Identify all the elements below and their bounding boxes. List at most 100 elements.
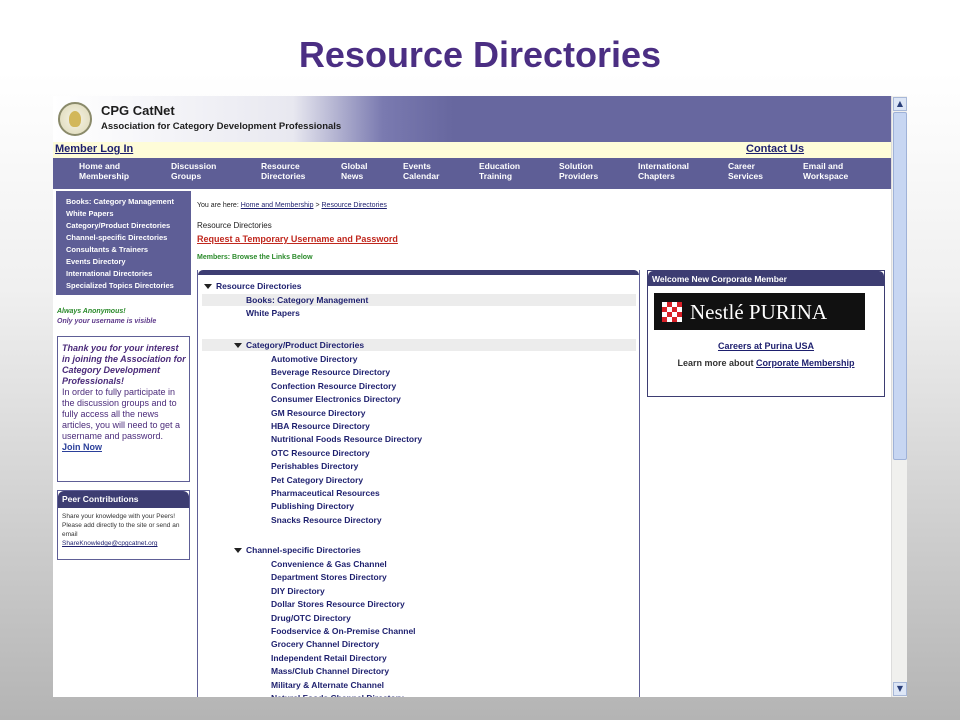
sidebar-item-channel-specific[interactable]: Channel-specific Directories <box>66 233 167 242</box>
page-title: Resource Directories <box>197 221 272 230</box>
nav-education-training[interactable]: Education Training <box>479 161 520 181</box>
breadcrumb-home-link[interactable]: Home and Membership <box>241 202 314 209</box>
tree-item-category[interactable]: Nutritional Foods Resource Directory <box>271 433 422 445</box>
tree-header-category-product-row[interactable]: Category/Product Directories <box>202 339 636 351</box>
tree-item-category-row[interactable]: Publishing Directory <box>202 500 636 512</box>
tree-item-white-papers[interactable]: White Papers <box>246 307 300 319</box>
tree-item-category[interactable]: HBA Resource Directory <box>271 420 370 432</box>
request-temp-password-link[interactable]: Request a Temporary Username and Passwor… <box>197 234 398 244</box>
corporate-member-title: Welcome New Corporate Member <box>652 274 787 284</box>
tree-item-category-row[interactable]: Snacks Resource Directory <box>202 514 636 526</box>
tree-item-channel-row[interactable]: DIY Directory <box>202 585 636 597</box>
learn-more-prefix: Learn more about <box>677 358 754 368</box>
tree-item-category[interactable]: Perishables Directory <box>271 460 358 472</box>
expand-triangle-icon[interactable] <box>234 343 242 348</box>
sidebar-item-events[interactable]: Events Directory <box>66 257 126 266</box>
tree-item-channel[interactable]: Independent Retail Directory <box>271 652 387 664</box>
tree-item-category[interactable]: Beverage Resource Directory <box>271 366 390 378</box>
tree-item-category-row[interactable]: Automotive Directory <box>202 353 636 365</box>
tree-item-channel[interactable]: Foodservice & On-Premise Channel <box>271 625 416 637</box>
sidebar-item-books[interactable]: Books: Category Management <box>66 197 174 206</box>
scroll-down-arrow-icon[interactable]: ▼ <box>893 682 907 696</box>
nav-home-membership[interactable]: Home and Membership <box>79 161 129 181</box>
tree-item-category[interactable]: Publishing Directory <box>271 500 354 512</box>
breadcrumb-separator: > <box>315 202 320 209</box>
login-bar: Member Log In Contact Us <box>53 142 891 159</box>
tree-item-channel-row[interactable]: Mass/Club Channel Directory <box>202 665 636 677</box>
association-logo-icon[interactable] <box>58 102 92 136</box>
tree-root-resource-directories-row[interactable]: Resource Directories <box>202 280 636 292</box>
tree-item-category-row[interactable]: Beverage Resource Directory <box>202 366 636 378</box>
tree-item-channel-row[interactable]: Natural Foods Channel Directory <box>202 692 636 697</box>
tree-item-category[interactable]: GM Resource Directory <box>271 407 365 419</box>
tree-item-category-row[interactable]: HBA Resource Directory <box>202 420 636 432</box>
tree-header-channel-specific[interactable]: Channel-specific Directories <box>246 544 361 556</box>
nestle-purina-logo[interactable]: Nestlé PURINA <box>654 293 865 330</box>
sidebar-item-consultants[interactable]: Consultants & Trainers <box>66 245 148 254</box>
share-knowledge-email-link[interactable]: ShareKnowledge@cpgcatnet.org <box>62 540 158 547</box>
tree-item-category[interactable]: Consumer Electronics Directory <box>271 393 401 405</box>
tree-item-channel-row[interactable]: Independent Retail Directory <box>202 652 636 664</box>
tree-item-channel-row[interactable]: Department Stores Directory <box>202 571 636 583</box>
tree-item-category[interactable]: OTC Resource Directory <box>271 447 370 459</box>
tree-item-channel[interactable]: DIY Directory <box>271 585 325 597</box>
nav-email-workspace[interactable]: Email and Workspace <box>803 161 848 181</box>
expand-triangle-icon[interactable] <box>234 548 242 553</box>
corporate-member-header: Welcome New Corporate Member <box>648 271 884 286</box>
tree-item-books[interactable]: Books: Category Management <box>246 294 368 306</box>
nav-international-chapters[interactable]: International Chapters <box>638 161 689 181</box>
tree-item-category-row[interactable]: Perishables Directory <box>202 460 636 472</box>
tree-item-category-row[interactable]: GM Resource Directory <box>202 407 636 419</box>
tree-item-category[interactable]: Automotive Directory <box>271 353 357 365</box>
tree-item-category-row[interactable]: Confection Resource Directory <box>202 380 636 392</box>
vertical-scrollbar[interactable]: ▲ ▼ <box>891 96 907 697</box>
tree-item-channel-row[interactable]: Foodservice & On-Premise Channel <box>202 625 636 637</box>
tree-item-category-row[interactable]: OTC Resource Directory <box>202 447 636 459</box>
tree-item-books-row[interactable]: Books: Category Management <box>202 294 636 306</box>
member-login-link[interactable]: Member Log In <box>55 143 133 155</box>
tree-item-channel[interactable]: Natural Foods Channel Directory <box>271 692 404 697</box>
nav-global-news[interactable]: Global News <box>341 161 367 181</box>
tree-item-category[interactable]: Snacks Resource Directory <box>271 514 382 526</box>
tree-item-category[interactable]: Pet Category Directory <box>271 474 363 486</box>
scrollbar-thumb[interactable] <box>893 112 907 460</box>
tree-item-channel-row[interactable]: Drug/OTC Directory <box>202 612 636 624</box>
tree-item-channel[interactable]: Drug/OTC Directory <box>271 612 351 624</box>
scroll-up-arrow-icon[interactable]: ▲ <box>893 97 907 111</box>
tree-item-channel-row[interactable]: Grocery Channel Directory <box>202 638 636 650</box>
tree-item-category-row[interactable]: Nutritional Foods Resource Directory <box>202 433 636 445</box>
tree-item-channel-row[interactable]: Convenience & Gas Channel <box>202 558 636 570</box>
nav-career-services[interactable]: Career Services <box>728 161 763 181</box>
tree-item-category-row[interactable]: Pet Category Directory <box>202 474 636 486</box>
sidebar-item-international[interactable]: International Directories <box>66 269 152 278</box>
tree-item-channel[interactable]: Convenience & Gas Channel <box>271 558 387 570</box>
breadcrumb-current-link[interactable]: Resource Directories <box>322 202 387 209</box>
tree-item-category-row[interactable]: Pharmaceutical Resources <box>202 487 636 499</box>
contact-us-link[interactable]: Contact Us <box>746 143 804 155</box>
tree-item-channel[interactable]: Military & Alternate Channel <box>271 679 384 691</box>
tree-item-channel[interactable]: Department Stores Directory <box>271 571 387 583</box>
tree-root-resource-directories[interactable]: Resource Directories <box>216 280 302 292</box>
expand-triangle-icon[interactable] <box>204 284 212 289</box>
tree-item-channel[interactable]: Dollar Stores Resource Directory <box>271 598 405 610</box>
sidebar-item-white-papers[interactable]: White Papers <box>66 209 114 218</box>
tree-item-category-row[interactable]: Consumer Electronics Directory <box>202 393 636 405</box>
tree-item-white-papers-row[interactable]: White Papers <box>202 307 636 319</box>
tree-item-channel-row[interactable]: Dollar Stores Resource Directory <box>202 598 636 610</box>
tree-item-channel[interactable]: Grocery Channel Directory <box>271 638 379 650</box>
nav-resource-directories[interactable]: Resource Directories <box>261 161 305 181</box>
tree-item-category[interactable]: Pharmaceutical Resources <box>271 487 380 499</box>
tree-item-channel-row[interactable]: Military & Alternate Channel <box>202 679 636 691</box>
careers-purina-link[interactable]: Careers at Purina USA <box>648 341 884 351</box>
nav-discussion-groups[interactable]: Discussion Groups <box>171 161 216 181</box>
sidebar-item-category-product[interactable]: Category/Product Directories <box>66 221 170 230</box>
join-now-link[interactable]: Join Now <box>62 442 102 452</box>
corporate-membership-link[interactable]: Corporate Membership <box>756 358 855 368</box>
sidebar-item-specialized[interactable]: Specialized Topics Directories <box>66 281 174 290</box>
nav-events-calendar[interactable]: Events Calendar <box>403 161 439 181</box>
tree-header-channel-specific-row[interactable]: Channel-specific Directories <box>202 544 636 556</box>
tree-header-category-product[interactable]: Category/Product Directories <box>246 339 364 351</box>
tree-item-channel[interactable]: Mass/Club Channel Directory <box>271 665 389 677</box>
nav-solution-providers[interactable]: Solution Providers <box>559 161 598 181</box>
tree-item-category[interactable]: Confection Resource Directory <box>271 380 396 392</box>
